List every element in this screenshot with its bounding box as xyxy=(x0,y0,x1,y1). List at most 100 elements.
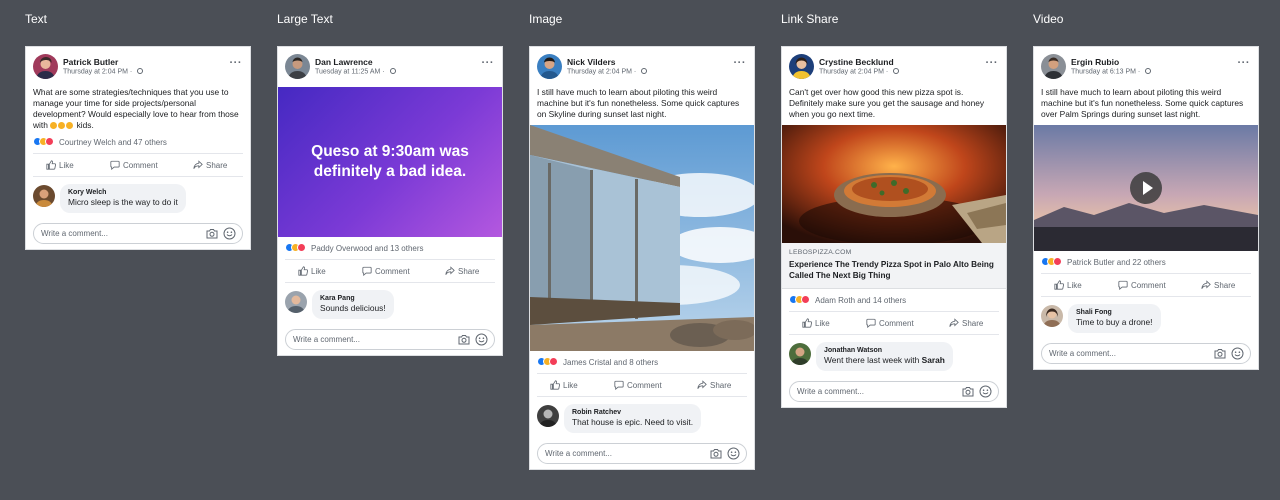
mention[interactable]: Sarah xyxy=(922,355,945,365)
like-button[interactable]: Like xyxy=(298,260,326,283)
post-timestamp[interactable]: Thursday at 2:04 PM · xyxy=(819,68,900,76)
emoji-icon[interactable] xyxy=(727,447,740,460)
avatar[interactable] xyxy=(1041,54,1066,79)
comment-button[interactable]: Comment xyxy=(362,260,410,283)
share-button[interactable]: Share xyxy=(445,260,479,283)
reactions-bar[interactable]: Adam Roth and 14 others xyxy=(782,289,1006,311)
camera-icon[interactable] xyxy=(458,334,470,345)
post-image[interactable] xyxy=(530,125,754,351)
avatar[interactable] xyxy=(789,54,814,79)
commenter-avatar[interactable] xyxy=(789,343,811,365)
camera-icon[interactable] xyxy=(962,386,974,397)
more-icon[interactable]: ··· xyxy=(482,58,495,69)
comment-input[interactable]: Write a comment... xyxy=(1041,343,1251,364)
author-name[interactable]: Dan Lawrence xyxy=(315,57,373,67)
comment-text: Went there last week with Sarah xyxy=(824,355,945,365)
large-text-background: Queso at 9:30am was definitely a bad ide… xyxy=(278,87,502,237)
like-icon xyxy=(802,318,812,328)
commenter-name[interactable]: Kory Welch xyxy=(68,188,178,197)
comment-button[interactable]: Comment xyxy=(866,312,914,335)
like-button[interactable]: Like xyxy=(46,154,74,177)
reactions-bar[interactable]: Courtney Welch and 47 others xyxy=(26,131,250,153)
like-button[interactable]: Like xyxy=(550,374,578,397)
emoji-icon[interactable] xyxy=(1231,347,1244,360)
post-header: Patrick Butler Thursday at 2:04 PM · ··· xyxy=(26,47,250,87)
comment-bubble: Kory Welch Micro sleep is the way to do … xyxy=(60,184,186,213)
commenter-name[interactable]: Robin Ratchev xyxy=(572,408,693,417)
avatar[interactable] xyxy=(537,54,562,79)
globe-icon xyxy=(641,68,648,74)
share-button[interactable]: Share xyxy=(949,312,983,335)
post-video[interactable] xyxy=(1034,125,1258,251)
comment-button[interactable]: Comment xyxy=(614,374,662,397)
commenter-avatar[interactable] xyxy=(33,185,55,207)
comment-bubble: Robin Ratchev That house is epic. Need t… xyxy=(564,404,702,433)
more-icon[interactable]: ··· xyxy=(230,58,243,69)
commenter-avatar[interactable] xyxy=(1041,305,1063,327)
action-bar: Like Comment Share xyxy=(285,259,495,283)
share-icon xyxy=(697,380,707,390)
comment-icon xyxy=(614,380,624,390)
post-header: Nick Vilders Thursday at 2:04 PM · ··· xyxy=(530,47,754,87)
reactions-text[interactable]: Patrick Butler and 22 others xyxy=(1067,258,1166,267)
author-name[interactable]: Crystine Becklund xyxy=(819,57,894,67)
commenter-name[interactable]: Jonathan Watson xyxy=(824,346,945,355)
camera-icon[interactable] xyxy=(1214,348,1226,359)
commenter-avatar[interactable] xyxy=(285,291,307,313)
emoji-icon[interactable] xyxy=(223,227,236,240)
reactions-bar[interactable]: Patrick Butler and 22 others xyxy=(1034,251,1258,273)
more-icon[interactable]: ··· xyxy=(986,58,999,69)
action-bar: Like Comment Share xyxy=(537,373,747,397)
share-button[interactable]: Share xyxy=(1201,274,1235,297)
reactions-text[interactable]: Adam Roth and 14 others xyxy=(815,296,906,305)
reactions-bar[interactable]: Paddy Overwood and 13 others xyxy=(278,237,502,259)
like-icon xyxy=(550,380,560,390)
comment-button[interactable]: Comment xyxy=(110,154,158,177)
globe-icon xyxy=(893,68,900,74)
author-name[interactable]: Patrick Butler xyxy=(63,57,118,67)
more-icon[interactable]: ··· xyxy=(734,58,747,69)
comment-input[interactable]: Write a comment... xyxy=(537,443,747,464)
camera-icon[interactable] xyxy=(206,228,218,239)
emoji-icon[interactable] xyxy=(475,333,488,346)
action-bar: Like Comment Share xyxy=(1041,273,1251,297)
comment-button[interactable]: Comment xyxy=(1118,274,1166,297)
post-timestamp[interactable]: Thursday at 2:04 PM · xyxy=(567,68,648,76)
commenter-name[interactable]: Shali Fong xyxy=(1076,308,1153,317)
comment: Kory Welch Micro sleep is the way to do … xyxy=(26,177,250,219)
post-text: What are some strategies/techniques that… xyxy=(33,87,239,130)
link-title[interactable]: Experience The Trendy Pizza Spot in Palo… xyxy=(789,259,999,281)
commenter-name[interactable]: Kara Pang xyxy=(320,294,386,303)
comment-input[interactable]: Write a comment... xyxy=(789,381,999,402)
author-name[interactable]: Ergin Rubio xyxy=(1071,57,1119,67)
comment-input[interactable]: Write a comment... xyxy=(285,329,495,350)
write-comment-row: Write a comment... xyxy=(782,377,1006,407)
camera-icon[interactable] xyxy=(710,448,722,459)
comment-bubble: Jonathan Watson Went there last week wit… xyxy=(816,342,953,371)
share-button[interactable]: Share xyxy=(193,154,227,177)
author-name[interactable]: Nick Vilders xyxy=(567,57,616,67)
post-timestamp[interactable]: Thursday at 6:13 PM · xyxy=(1071,68,1152,76)
comment-input[interactable]: Write a comment... xyxy=(33,223,243,244)
reactions-bar[interactable]: James Cristal and 8 others xyxy=(530,351,754,373)
play-icon[interactable] xyxy=(1130,172,1162,204)
like-button[interactable]: Like xyxy=(1054,274,1082,297)
share-button[interactable]: Share xyxy=(697,374,731,397)
emoji-icon[interactable] xyxy=(979,385,992,398)
like-button[interactable]: Like xyxy=(802,312,830,335)
reactions-text[interactable]: James Cristal and 8 others xyxy=(563,358,658,367)
like-icon xyxy=(1054,280,1064,290)
comment-text: That house is epic. Need to visit. xyxy=(572,417,694,427)
emoji-icon xyxy=(50,121,58,129)
reactions-text[interactable]: Paddy Overwood and 13 others xyxy=(311,244,424,253)
reactions-text[interactable]: Courtney Welch and 47 others xyxy=(59,138,167,147)
commenter-avatar[interactable] xyxy=(537,405,559,427)
globe-icon xyxy=(137,68,144,74)
more-icon[interactable]: ··· xyxy=(1238,58,1251,69)
post-timestamp[interactable]: Tuesday at 11:25 AM · xyxy=(315,68,396,76)
avatar[interactable] xyxy=(285,54,310,79)
avatar[interactable] xyxy=(33,54,58,79)
comment-text: Sounds delicious! xyxy=(320,303,386,313)
link-preview[interactable]: LEBOSPIZZA.COM Experience The Trendy Piz… xyxy=(782,125,1006,289)
post-timestamp[interactable]: Thursday at 2:04 PM · xyxy=(63,68,144,76)
